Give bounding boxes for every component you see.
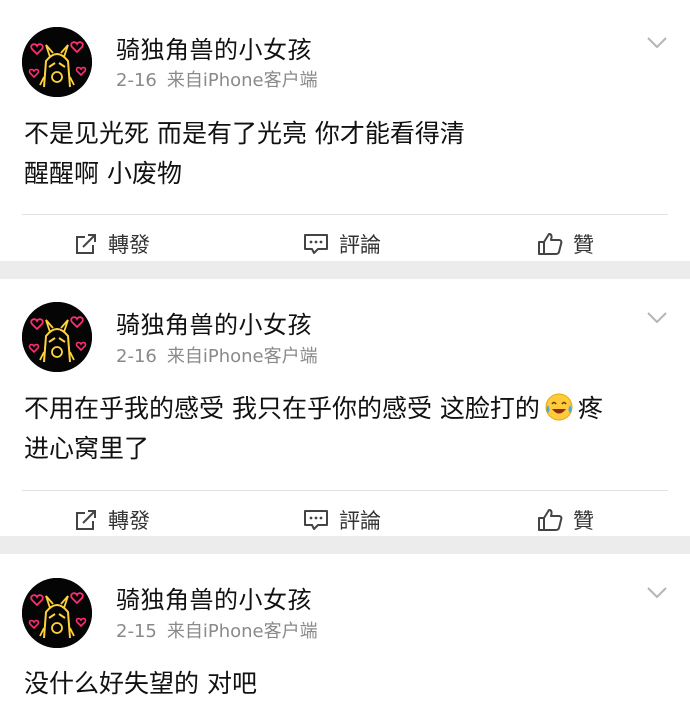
- weibo-feed: 骑独角兽的小女孩 2-16 来自iPhone客户端 不是见光死 而是有了光亮 你才…: [0, 0, 690, 707]
- comment-icon: [303, 508, 329, 532]
- post-card[interactable]: 骑独角兽的小女孩 2-16 来自iPhone客户端 不用在乎我的感受 我只在乎你的…: [0, 279, 690, 536]
- avatar-image: [22, 578, 92, 648]
- post-date: 2-16: [116, 346, 157, 367]
- username[interactable]: 骑独角兽的小女孩: [116, 580, 312, 615]
- content-line: 没什么好失望的 对吧: [24, 669, 257, 698]
- like-button[interactable]: 贊: [537, 215, 594, 273]
- avatar[interactable]: [22, 27, 92, 97]
- repost-button[interactable]: 轉發: [74, 215, 150, 273]
- post-source: 来自iPhone客户端: [166, 70, 318, 91]
- action-bar: 轉發 評論 贊: [0, 491, 690, 549]
- chevron-down-icon[interactable]: [646, 586, 668, 600]
- post-header: 骑独角兽的小女孩 2-16 来自iPhone客户端: [0, 279, 690, 387]
- like-icon: [537, 232, 563, 256]
- content-line: 进心窝里了: [24, 434, 150, 463]
- repost-icon: [74, 232, 98, 256]
- comment-label: 評論: [339, 233, 381, 257]
- like-button[interactable]: 贊: [537, 491, 594, 549]
- like-label: 贊: [573, 509, 594, 533]
- like-label: 贊: [573, 233, 594, 257]
- post-source: 来自iPhone客户端: [166, 621, 318, 642]
- post-content: 不用在乎我的感受 我只在乎你的感受 这脸打的 疼进心窝里了: [0, 387, 690, 469]
- post-date: 2-15: [116, 621, 157, 642]
- comment-icon: [303, 232, 329, 256]
- content-line: 疼: [577, 394, 603, 423]
- post-source: 来自iPhone客户端: [166, 346, 318, 367]
- post-date: 2-16: [116, 70, 157, 91]
- username[interactable]: 骑独角兽的小女孩: [116, 305, 312, 340]
- repost-button[interactable]: 轉發: [74, 491, 150, 549]
- like-icon: [537, 508, 563, 532]
- chevron-down-icon[interactable]: [646, 311, 668, 325]
- post-content: 没什么好失望的 对吧: [0, 662, 690, 704]
- post-meta: 2-15 来自iPhone客户端: [116, 617, 318, 643]
- post-content: 不是见光死 而是有了光亮 你才能看得清 醒醒啊 小废物: [0, 112, 690, 194]
- avatar[interactable]: [22, 578, 92, 648]
- post-meta: 2-16 来自iPhone客户端: [116, 66, 318, 92]
- content-line: 醒醒啊 小废物: [24, 159, 182, 188]
- post-card[interactable]: 骑独角兽的小女孩 2-16 来自iPhone客户端 不是见光死 而是有了光亮 你才…: [0, 0, 690, 261]
- post-header: 骑独角兽的小女孩 2-15 来自iPhone客户端: [0, 554, 690, 662]
- post-card[interactable]: 骑独角兽的小女孩 2-15 来自iPhone客户端 没什么好失望的 对吧: [0, 554, 690, 707]
- repost-label: 轉發: [108, 233, 150, 257]
- repost-icon: [74, 508, 98, 532]
- comment-button[interactable]: 評論: [303, 215, 381, 273]
- post-header: 骑独角兽的小女孩 2-16 来自iPhone客户端: [0, 0, 690, 112]
- avatar-image: [22, 27, 92, 97]
- comment-button[interactable]: 評論: [303, 491, 381, 549]
- comment-label: 評論: [339, 509, 381, 533]
- joy-tears-emoji: [545, 393, 573, 421]
- content-line: 不用在乎我的感受 我只在乎你的感受 这脸打的: [24, 394, 540, 423]
- post-meta: 2-16 来自iPhone客户端: [116, 342, 318, 368]
- action-bar: 轉發 評論 贊: [0, 215, 690, 273]
- username[interactable]: 骑独角兽的小女孩: [116, 30, 312, 65]
- chevron-down-icon[interactable]: [646, 36, 668, 50]
- avatar-image: [22, 302, 92, 372]
- repost-label: 轉發: [108, 509, 150, 533]
- avatar[interactable]: [22, 302, 92, 372]
- content-line: 不是见光死 而是有了光亮 你才能看得清: [24, 119, 465, 148]
